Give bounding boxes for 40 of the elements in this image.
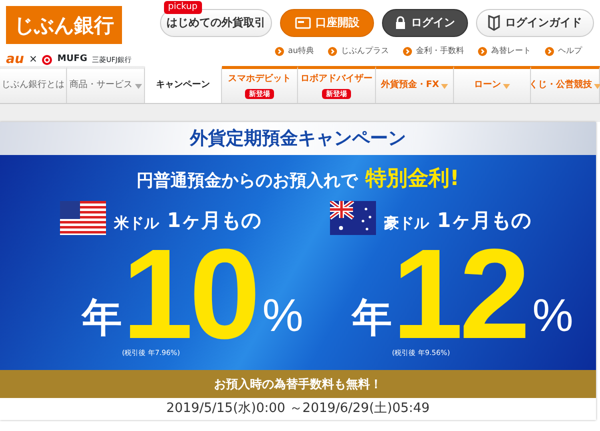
highlight-text: 特別金利! bbox=[366, 165, 460, 192]
nav-tab[interactable]: キャンペーン bbox=[145, 66, 222, 103]
au-logo: au bbox=[6, 51, 24, 69]
currency-label: 豪ドル bbox=[384, 213, 429, 234]
quick-link[interactable]: au特典 bbox=[275, 45, 314, 57]
rate-prefix: 年 bbox=[82, 298, 122, 338]
card-icon bbox=[294, 17, 310, 29]
lock-icon bbox=[395, 16, 406, 30]
nav-tab[interactable]: 商品・サービス bbox=[67, 66, 145, 103]
shield-icon bbox=[488, 15, 500, 31]
us-flag-icon bbox=[60, 200, 106, 234]
quick-link[interactable]: じぶんプラス bbox=[328, 45, 389, 57]
quick-link[interactable]: 金利・手数料 bbox=[403, 45, 464, 57]
rate-prefix: 年 bbox=[352, 298, 392, 338]
rate-value: 10 bbox=[122, 244, 256, 344]
arrow-icon bbox=[545, 46, 554, 56]
percent-sign: % bbox=[532, 292, 574, 338]
times-sign: × bbox=[29, 53, 38, 68]
nav-tab[interactable]: じぶん銀行とは bbox=[0, 66, 67, 103]
australia-flag-icon bbox=[330, 200, 376, 234]
term-label: 1ヶ月もの bbox=[437, 206, 531, 234]
quick-link[interactable]: ヘルプ bbox=[545, 45, 582, 57]
currency-label: 米ドル bbox=[114, 213, 159, 234]
arrow-icon bbox=[275, 46, 284, 56]
quick-link[interactable]: 為替レート bbox=[478, 45, 531, 57]
arrow-icon bbox=[328, 46, 337, 56]
pickup-badge: pickup bbox=[164, 1, 202, 14]
header-button[interactable]: ログインガイド bbox=[476, 9, 594, 37]
arrow-icon bbox=[478, 46, 487, 56]
mufg-icon bbox=[42, 54, 52, 65]
arrow-icon bbox=[403, 46, 412, 56]
percent-sign: % bbox=[262, 292, 304, 338]
term-label: 1ヶ月もの bbox=[167, 206, 261, 234]
fee-note: お預入時の為替手数料も無料！ bbox=[214, 376, 382, 393]
header-button[interactable]: ログイン bbox=[382, 9, 468, 37]
campaign-period: 2019/5/15(水)0:00 ～2019/6/29(土)05:49 bbox=[166, 400, 430, 418]
rate-value: 12 bbox=[392, 244, 526, 344]
mufg-logo: MUFG bbox=[57, 53, 88, 66]
banner-title: 外貨定期預金キャンペーン bbox=[190, 127, 406, 151]
lead-text: 円普通預金からのお預入れで bbox=[136, 170, 358, 193]
